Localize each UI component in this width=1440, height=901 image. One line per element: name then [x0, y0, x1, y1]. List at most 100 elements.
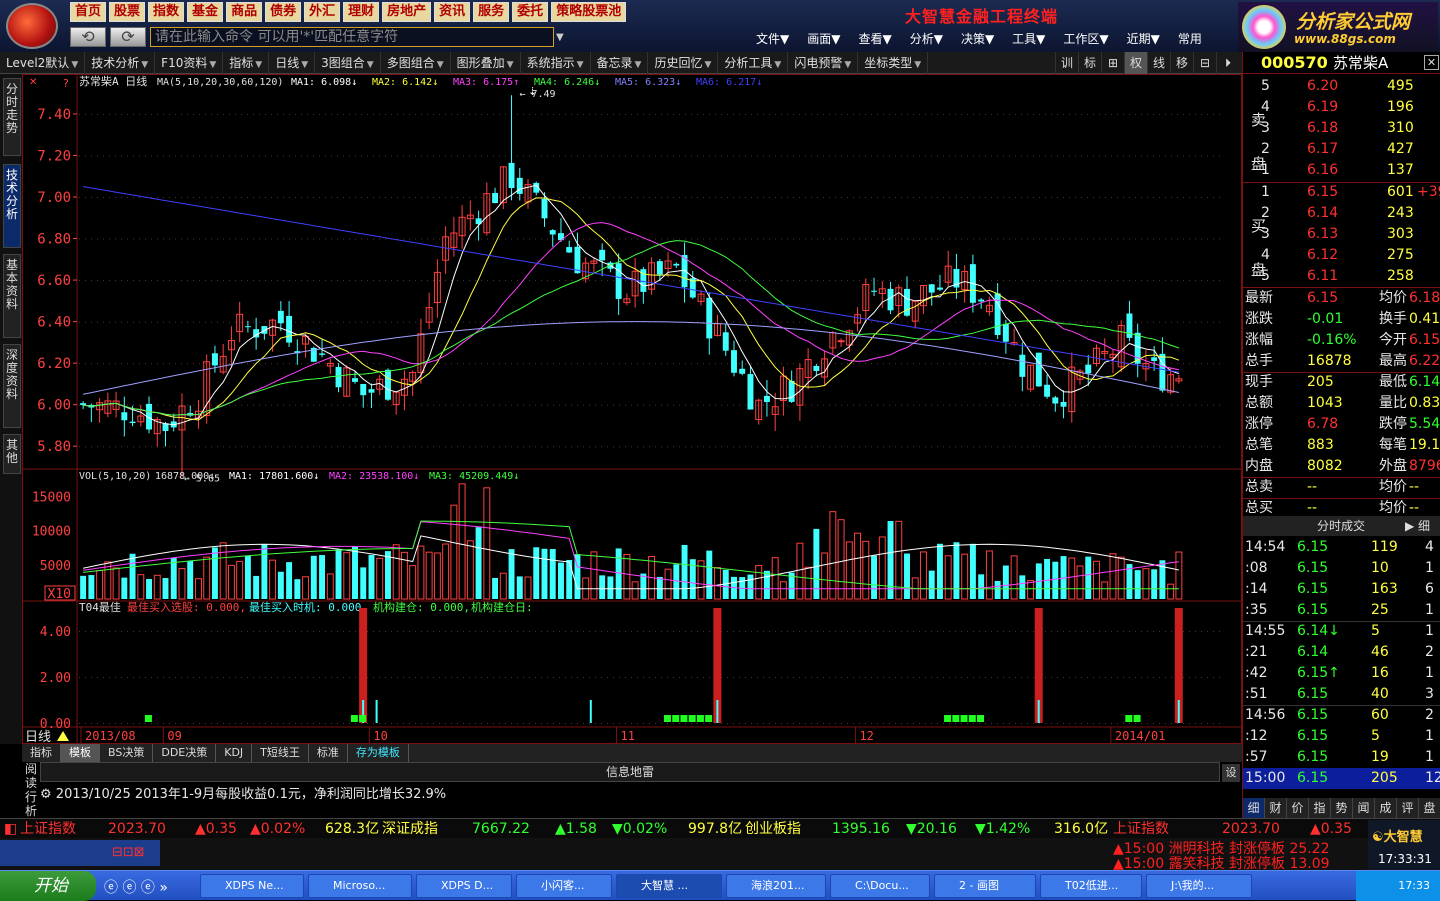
menu-item-1[interactable]: 画面▼	[807, 30, 840, 47]
toolbar-item-7[interactable]: 图形叠加 ▼	[451, 51, 521, 74]
toolbar-right-7[interactable]: ⏵	[1216, 52, 1239, 74]
ticker-index-a[interactable]: 上证指数	[20, 819, 76, 839]
taskbar-item-5[interactable]: 海浪201...	[726, 874, 826, 898]
trade-row[interactable]: :12 6.15 5 1	[1243, 726, 1440, 747]
news-text[interactable]: 2013/10/25 2013年1-9月每股收益0.1元，净利润同比增长32.9…	[56, 787, 446, 802]
quote-tab-6[interactable]: 成	[1375, 798, 1397, 818]
bid-row[interactable]: 4 6.12 275	[1243, 245, 1440, 266]
trade-row[interactable]: :51 6.15 40 3	[1243, 684, 1440, 705]
menu-item-3[interactable]: 分析▼	[910, 30, 943, 47]
toolbar-item-13[interactable]: 坐标类型 ▼	[858, 51, 929, 74]
taskbar-item-7[interactable]: 2 - 画图	[934, 874, 1036, 898]
stat-row[interactable]: 总额 1043 量比 0.83	[1243, 393, 1440, 414]
vtab-4[interactable]: 其他	[3, 434, 21, 474]
quote-tab-8[interactable]: 盘	[1419, 798, 1440, 818]
ask-row[interactable]: 4 6.19 196	[1243, 97, 1440, 118]
stat-row[interactable]: 总手 16878 最高 6.22	[1243, 351, 1440, 372]
quote-tab-7[interactable]: 评	[1397, 798, 1419, 818]
taskbar-item-1[interactable]: Microso...	[308, 874, 412, 898]
stat-row[interactable]: 最新 6.15 均价 6.18	[1243, 288, 1440, 309]
indicator-tab-2[interactable]: BS决策	[100, 744, 154, 762]
settings-button[interactable]: 设	[1222, 764, 1240, 782]
ticker-index-c[interactable]: 创业板指	[745, 819, 801, 839]
menu-item-4[interactable]: 决策▼	[961, 30, 994, 47]
taskbar-item-3[interactable]: 小闪客...	[516, 874, 612, 898]
ticker-index-b[interactable]: 深证成指	[382, 819, 438, 839]
indicator-tab-3[interactable]: DDE决策	[153, 744, 217, 762]
taskbar-item-2[interactable]: XDPS D...	[416, 874, 512, 898]
trade-row[interactable]: :42 6.15↑ 16 1	[1243, 663, 1440, 684]
menu-item-5[interactable]: 工具▼	[1012, 30, 1045, 47]
info-bar[interactable]: 信息地雷	[40, 762, 1220, 782]
taskbar-item-4[interactable]: 大智慧 ...	[616, 874, 722, 898]
trade-row[interactable]: :14 6.15 163 6	[1243, 579, 1440, 600]
toolbar-right-1[interactable]: 标	[1078, 52, 1101, 74]
chart-area[interactable]: 7.40 7.20 7.00 6.80 6.60 6.40 6.20 6.00 5.80 苏常柴A…	[22, 74, 1242, 744]
toolbar-item-0[interactable]: Level2默认 ▼	[0, 51, 86, 74]
nav-button-4[interactable]: 商品	[226, 2, 263, 22]
menu-item-2[interactable]: 查看▼	[858, 30, 891, 47]
trades-header[interactable]: 分时成交 ▶ 细	[1243, 516, 1440, 536]
chart-svg[interactable]: 7.407.207.006.806.606.406.206.005.80苏常柴A…	[23, 75, 1241, 743]
back-button[interactable]: ⟲	[70, 27, 106, 47]
toolbar-right-2[interactable]: ⊞	[1101, 52, 1124, 74]
trade-row[interactable]: 14:54 6.15 119 4	[1243, 537, 1440, 558]
toolbar-item-4[interactable]: 日线 ▼	[269, 51, 316, 74]
menu-item-7[interactable]: 近期▼	[1127, 30, 1160, 47]
window-controls-icon[interactable]: ⊟⊡⊠	[112, 845, 145, 860]
ask-row[interactable]: 2 6.17 427	[1243, 139, 1440, 160]
menu-item-8[interactable]: 常用	[1178, 30, 1202, 47]
trade-row[interactable]: 15:00 6.15 205 12	[1243, 768, 1440, 789]
toolbar-right-6[interactable]: ⊟	[1193, 52, 1216, 74]
quote-tab-4[interactable]: 势	[1331, 798, 1353, 818]
stat-row[interactable]: 涨跌-0.01换手0.41%	[1243, 309, 1440, 330]
toolbar-item-10[interactable]: 历史回忆 ▼	[648, 51, 719, 74]
toolbar-right-0[interactable]: 训	[1055, 52, 1078, 74]
vtab-0[interactable]: 分时走势	[3, 78, 21, 156]
menu-item-0[interactable]: 文件▼	[756, 30, 789, 47]
toolbar-item-1[interactable]: 技术分析 ▼	[85, 51, 156, 74]
forward-button[interactable]: ⟳	[110, 27, 146, 47]
trades-detail-button[interactable]: ▶ 细	[1405, 516, 1430, 536]
trade-row[interactable]: :35 6.15 25 1	[1243, 600, 1440, 621]
nav-button-2[interactable]: 指数	[148, 2, 185, 22]
taskbar-item-6[interactable]: C:\Docu...	[830, 874, 930, 898]
toolbar-item-2[interactable]: F10资料 ▼	[155, 51, 224, 74]
ask-row[interactable]: 3 6.18 310	[1243, 118, 1440, 139]
quote-tab-5[interactable]: 闻	[1353, 798, 1375, 818]
indicator-tab-0[interactable]: 指标	[22, 744, 61, 762]
nav-button-10[interactable]: 服务	[473, 2, 510, 22]
ask-row[interactable]: 1 6.16 137	[1243, 160, 1440, 181]
stat-row[interactable]: 涨停 6.78 跌停 5.54	[1243, 414, 1440, 435]
toolbar-item-9[interactable]: 备忘录 ▼	[591, 51, 649, 74]
toolbar-item-8[interactable]: 系统指示 ▼	[521, 51, 591, 74]
vtab-2[interactable]: 基本资料	[3, 254, 21, 338]
nav-button-11[interactable]: 委托	[512, 2, 549, 22]
ticker-index-d[interactable]: 上证指数	[1113, 819, 1169, 839]
stat-row[interactable]: 总卖 -- 均价 --	[1243, 477, 1440, 498]
nav-button-9[interactable]: 资讯	[434, 2, 471, 22]
toolbar-item-6[interactable]: 多图组合 ▼	[381, 51, 451, 74]
quote-tab-3[interactable]: 指	[1309, 798, 1331, 818]
taskbar-item-0[interactable]: XDPS Ne...	[200, 874, 304, 898]
indicator-tab-4[interactable]: KDJ	[216, 744, 253, 762]
indicator-tab-7[interactable]: 存为模板	[348, 744, 409, 762]
app-logo[interactable]	[6, 3, 58, 49]
toolbar-item-11[interactable]: 分析工具 ▼	[718, 51, 789, 74]
toolbar-item-3[interactable]: 指标 ▼	[223, 51, 270, 74]
toolbar-item-12[interactable]: 闪电预警 ▼	[788, 51, 859, 74]
nav-button-12[interactable]: 策略股票池	[551, 2, 627, 22]
toolbar-right-4[interactable]: 线	[1147, 52, 1170, 74]
bid-row[interactable]: 2 6.14 243	[1243, 203, 1440, 224]
trade-row[interactable]: 14:56 6.15 60 2	[1243, 705, 1440, 726]
news-item[interactable]: ⚙ 2013/10/25 2013年1-9月每股收益0.1元，净利润同比增长32…	[40, 783, 446, 802]
stat-row[interactable]: 内盘8082外盘8796	[1243, 456, 1440, 477]
toolbar-right-3[interactable]: 权	[1124, 52, 1147, 74]
toolbar-item-5[interactable]: 3图组合 ▼	[315, 51, 381, 74]
nav-button-7[interactable]: 理财	[343, 2, 380, 22]
vtab-3[interactable]: 深度资料	[3, 344, 21, 428]
stat-row[interactable]: 现手 205 最低 6.14	[1243, 372, 1440, 393]
nav-button-8[interactable]: 房地产	[382, 2, 432, 22]
bid-row[interactable]: 16.15601+396	[1243, 182, 1440, 203]
trade-row[interactable]: :21 6.14 46 2	[1243, 642, 1440, 663]
